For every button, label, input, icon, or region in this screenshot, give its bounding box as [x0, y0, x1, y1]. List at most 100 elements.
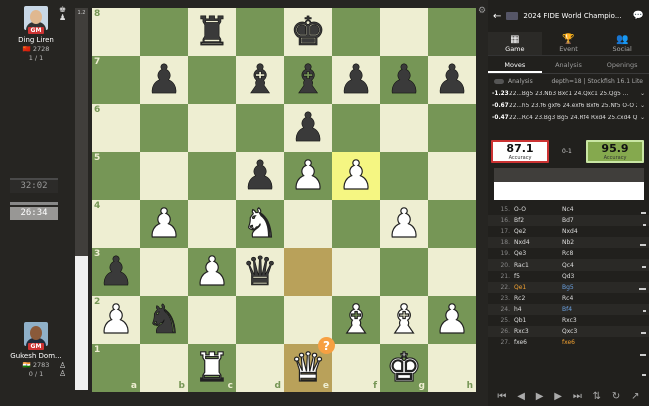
square-d3[interactable]: ♛: [236, 248, 284, 296]
white-pawn-piece[interactable]: ♟: [433, 299, 470, 340]
white-move[interactable]: Qe3: [514, 250, 562, 257]
square-d8[interactable]: [236, 8, 284, 56]
black-move[interactable]: Qd3: [562, 273, 610, 280]
square-h6[interactable]: [428, 104, 476, 152]
square-d7[interactable]: ♝: [236, 56, 284, 104]
back-arrow-icon[interactable]: ←: [493, 11, 501, 22]
square-e3[interactable]: [284, 248, 332, 296]
square-b8[interactable]: [140, 8, 188, 56]
chess-board[interactable]: 8 ♜ ♚ 7 ♟ ♝ ♝ ♟ ♟ ♟ 6 ♟ 5 ♟ ♟ ♟ 4 ♟ ♞ ♟ 3 ♟ ♟ ♛ 2 ♟ ♞ ♝ ♝ ♟ 1 a b c ♜ d e ♛? f…: [92, 8, 476, 392]
square-d2[interactable]: [236, 296, 284, 344]
expand-icon[interactable]: ⌄: [640, 103, 645, 109]
square-h1[interactable]: h: [428, 344, 476, 392]
square-h3[interactable]: [428, 248, 476, 296]
square-g3[interactable]: [380, 248, 428, 296]
square-a1[interactable]: 1a: [92, 344, 140, 392]
black-move[interactable]: Nc4: [562, 206, 610, 213]
next-move-icon[interactable]: ▶: [554, 391, 562, 402]
square-f8[interactable]: [332, 8, 380, 56]
square-e4[interactable]: [284, 200, 332, 248]
white-bishop-piece[interactable]: ♝: [385, 299, 422, 340]
square-b5[interactable]: [140, 152, 188, 200]
engine-line[interactable]: -0.67 22...h5 23.f6 gxf6 24.exf6 Bxf6 25.…: [488, 100, 649, 112]
square-d4[interactable]: ♞: [236, 200, 284, 248]
square-c6[interactable]: [188, 104, 236, 152]
expand-icon[interactable]: ⌄: [640, 115, 645, 121]
square-g8[interactable]: [380, 8, 428, 56]
square-h8[interactable]: [428, 8, 476, 56]
subtab-analysis[interactable]: Analysis: [542, 56, 596, 73]
square-h2[interactable]: ♟: [428, 296, 476, 344]
white-pawn-piece[interactable]: ♟: [145, 203, 182, 244]
black-bishop-piece[interactable]: ♝: [290, 60, 326, 101]
black-move[interactable]: Nb2: [562, 239, 610, 246]
square-g7[interactable]: ♟: [380, 56, 428, 104]
white-move[interactable]: Rxc3: [514, 328, 562, 335]
black-pawn-piece[interactable]: ♟: [98, 252, 134, 293]
black-pawn-piece[interactable]: ♟: [434, 60, 470, 101]
square-f3[interactable]: [332, 248, 380, 296]
white-bishop-piece[interactable]: ♝: [337, 299, 374, 340]
square-h4[interactable]: [428, 200, 476, 248]
black-move[interactable]: Nxd4: [562, 228, 610, 235]
engine-line[interactable]: -0.47 22...Rc4 23.Bg3 Bg5 24.Rf4 Rxd4 25.…: [488, 112, 649, 124]
square-d1[interactable]: d: [236, 344, 284, 392]
black-king-piece[interactable]: ♚: [290, 12, 326, 53]
square-f2[interactable]: ♝: [332, 296, 380, 344]
square-a6[interactable]: 6: [92, 104, 140, 152]
engine-line[interactable]: -1.23 22...Bg5 23.Nb3 Bxc1 24.Qxc1 25.Qg5…: [488, 88, 649, 100]
white-move[interactable]: h4: [514, 306, 562, 313]
chat-icon[interactable]: 💬: [633, 11, 644, 21]
white-move[interactable]: O-O: [514, 206, 562, 213]
square-f7[interactable]: ♟: [332, 56, 380, 104]
square-c8[interactable]: ♜: [188, 8, 236, 56]
black-move[interactable]: Qxc3: [562, 328, 610, 335]
white-move[interactable]: Nxd4: [514, 239, 562, 246]
square-d5[interactable]: ♟: [236, 152, 284, 200]
black-pawn-piece[interactable]: ♟: [386, 60, 422, 101]
flip-board-icon[interactable]: ⇅: [593, 391, 601, 402]
play-icon[interactable]: ▶: [536, 391, 544, 402]
white-move[interactable]: Bf2: [514, 217, 562, 224]
square-e7[interactable]: ♝: [284, 56, 332, 104]
white-move[interactable]: Qb1: [514, 317, 562, 324]
black-pawn-piece[interactable]: ♟: [290, 108, 326, 149]
black-pawn-piece[interactable]: ♟: [146, 60, 182, 101]
black-move[interactable]: Bg5: [562, 284, 610, 291]
square-a4[interactable]: 4: [92, 200, 140, 248]
square-g1[interactable]: g ♚: [380, 344, 428, 392]
black-move[interactable]: Bd7: [562, 217, 610, 224]
last-move-icon[interactable]: ⏭: [573, 391, 582, 402]
previous-move-icon[interactable]: ◀: [517, 391, 525, 402]
black-move[interactable]: Bf4: [562, 306, 610, 313]
subtab-moves[interactable]: Moves: [488, 56, 542, 73]
square-c1[interactable]: c ♜: [188, 344, 236, 392]
black-move[interactable]: Qc4: [562, 262, 610, 269]
square-b2[interactable]: ♞: [140, 296, 188, 344]
square-a7[interactable]: 7: [92, 56, 140, 104]
tab-event[interactable]: 🏆 Event: [542, 32, 596, 55]
evaluation-graph[interactable]: [494, 168, 644, 200]
white-pawn-piece[interactable]: ♟: [289, 155, 326, 196]
black-move[interactable]: fxe6: [562, 339, 610, 346]
square-b4[interactable]: ♟: [140, 200, 188, 248]
white-king-piece[interactable]: ♚: [385, 347, 422, 388]
white-move[interactable]: f5: [514, 273, 562, 280]
black-move[interactable]: Rxc3: [562, 317, 610, 324]
black-rook-piece[interactable]: ♜: [194, 12, 230, 53]
gear-icon[interactable]: ⚙: [478, 6, 486, 16]
analysis-toggle[interactable]: [494, 78, 504, 84]
square-f5[interactable]: ♟: [332, 152, 380, 200]
square-f6[interactable]: [332, 104, 380, 152]
first-move-icon[interactable]: ⏮: [497, 391, 506, 402]
white-rook-piece[interactable]: ♜: [193, 347, 230, 388]
square-g2[interactable]: ♝: [380, 296, 428, 344]
black-bishop-piece[interactable]: ♝: [242, 60, 278, 101]
square-c5[interactable]: [188, 152, 236, 200]
expand-icon[interactable]: ⌄: [640, 91, 645, 97]
square-a2[interactable]: 2 ♟: [92, 296, 140, 344]
white-move[interactable]: fxe6: [514, 339, 562, 346]
square-b6[interactable]: [140, 104, 188, 152]
black-pawn-piece[interactable]: ♟: [338, 60, 374, 101]
square-g4[interactable]: ♟: [380, 200, 428, 248]
